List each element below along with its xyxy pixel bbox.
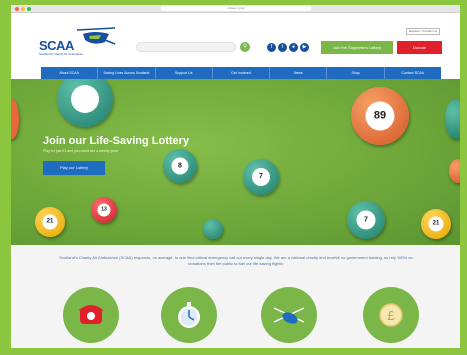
lottery-ball: 7 [243,159,279,195]
lottery-ball-partial [445,99,460,139]
nav-item-news[interactable]: News [270,67,328,79]
nav-item-shop[interactable]: Shop [327,67,385,79]
logo-wordmark: SCAA [39,38,74,53]
lottery-ball: 8 [163,149,197,183]
intro-text: Scotland's Charity Air Ambulance (SCAA) … [59,255,413,266]
helicopter-logo-icon [76,27,116,45]
nav-item-about[interactable]: About SCAA [41,67,99,79]
hero-banner: 89 8 7 21 13 7 21 Join our Life-Saving L… [11,79,460,245]
phone-icon [79,305,103,324]
search-input[interactable] [136,42,236,52]
main-nav: About SCAA Saving Lives Across Scotland … [41,67,441,79]
facebook-icon[interactable]: f [267,43,276,52]
lottery-ball: 21 [421,209,451,239]
hero-subtitle: Play for just £1 and you could win a wee… [43,149,119,153]
phone-icon[interactable] [63,287,119,343]
site-header: SCAA Scotland's Charity Air Ambulance ⚲ … [11,14,460,66]
lottery-ball: 21 [35,207,65,237]
helicopter-icon[interactable] [261,287,317,343]
nav-item-get-involved[interactable]: Get Involved [213,67,271,79]
screen-frame: sckaa.org.uk SCAA Scotland's Charity Air… [0,0,467,355]
pound-coin-icon: £ [379,303,403,327]
browser-chrome: sckaa.org.uk [11,5,460,13]
lottery-ball-partial [449,159,460,183]
instagram-icon[interactable]: ● [289,43,298,52]
lottery-ball: 7 [347,201,385,239]
lottery-ball: 13 [91,197,117,223]
maximize-window-dot[interactable] [27,7,31,11]
lottery-ball [203,219,223,239]
join-lottery-button[interactable]: Join the Supporters Lottery [321,41,393,54]
lottery-ball: 89 [351,87,409,145]
search-icon[interactable]: ⚲ [240,42,250,52]
nav-item-support[interactable]: Support Us [156,67,213,79]
svg-text:£: £ [387,308,395,323]
twitter-icon[interactable]: t [278,43,287,52]
register-contact-button[interactable]: Register / Contact Us [406,28,440,35]
donate-button[interactable]: Donate [397,41,442,54]
hero-title: Join our Life-Saving Lottery [43,135,190,147]
stopwatch-icon [178,302,200,328]
pound-coin-icon[interactable]: £ [363,287,419,343]
logo-subtitle: Scotland's Charity Air Ambulance [39,52,84,56]
nav-item-contact[interactable]: Contact SCAA [385,67,441,79]
nav-item-saving-lives[interactable]: Saving Lives Across Scotland [98,67,156,79]
site-logo[interactable]: SCAA Scotland's Charity Air Ambulance [39,26,119,62]
stopwatch-icon[interactable] [161,287,217,343]
intro-section: Scotland's Charity Air Ambulance (SCAA) … [11,245,460,348]
address-bar[interactable]: sckaa.org.uk [161,6,311,11]
youtube-icon[interactable]: ▶ [300,43,309,52]
browser-window: sckaa.org.uk SCAA Scotland's Charity Air… [11,5,460,348]
helicopter-icon [273,307,305,324]
minimize-window-dot[interactable] [21,7,25,11]
close-window-dot[interactable] [15,7,19,11]
play-lottery-button[interactable]: Play our Lottery [43,161,105,175]
